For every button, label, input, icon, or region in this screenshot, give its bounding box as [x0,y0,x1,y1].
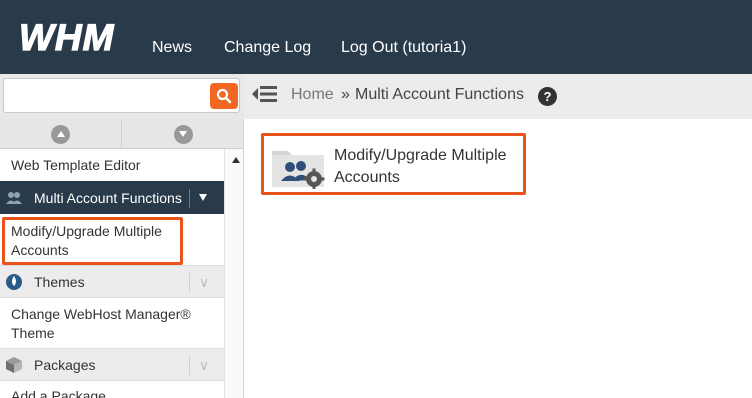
scroll-up-arrow-icon[interactable] [232,157,240,163]
users-icon [6,192,22,204]
feature-label: Modify/Upgrade Multiple Accounts [334,147,507,186]
modify-accounts-icon [272,151,325,189]
breadcrumb-separator: » [341,86,350,103]
sidebar-search-area [0,74,244,119]
category-divider [189,273,190,292]
chevron-down-icon: ∨ [199,357,210,373]
themes-icon [6,274,22,290]
sidebar-category-multi-account-functions[interactable]: Multi Account Functions [0,181,224,214]
sidebar-category-themes[interactable]: Themes ∨ [0,265,224,298]
collapse-up-button[interactable] [0,119,122,149]
breadcrumb-current: Multi Account Functions [355,86,524,103]
sidebar-item-change-theme[interactable]: Change WebHost Manager® Theme [0,305,210,343]
whm-logo[interactable]: WHM [17,17,131,57]
sidebar-item-modify-upgrade-multiple-accounts[interactable]: Modify/Upgrade Multiple Accounts [0,222,180,260]
chevron-down-icon [173,124,193,144]
sidebar-item-web-template-editor[interactable]: Web Template Editor [0,156,224,175]
help-icon[interactable]: ? [538,87,557,106]
sidebar-category-packages[interactable]: Packages ∨ [0,348,224,381]
sidebar-collapse-row [0,119,243,149]
sidebar-scrollbar[interactable] [224,149,243,398]
sidebar: Web Template Editor Multi Account Functi… [0,119,244,398]
nav-logout-link[interactable]: Log Out (tutoria1) [341,38,466,58]
nav-news-link[interactable]: News [152,38,192,58]
sidebar-item-add-package[interactable]: Add a Package [0,387,224,398]
sidebar-category-label: Packages [34,357,96,373]
chevron-down-icon: ∨ [199,274,210,290]
caret-down-icon [199,194,207,201]
sidebar-category-label: Themes [34,274,85,290]
whm-logo-mark: WHM [18,17,115,57]
menu-collapse-icon [252,86,277,102]
search-button[interactable] [210,83,238,109]
chevron-up-icon [51,124,70,144]
search-input[interactable] [3,78,240,113]
nav-change-log-link[interactable]: Change Log [224,38,311,58]
sidebar-category-label: Multi Account Functions [34,190,182,206]
category-divider [189,189,190,208]
feature-modify-upgrade-multiple-accounts[interactable]: Modify/Upgrade Multiple Accounts [261,133,526,195]
svg-text:WHM: WHM [19,17,115,57]
collapse-down-button[interactable] [122,119,243,149]
category-divider [189,356,190,375]
breadcrumb-home-link[interactable]: Home [291,85,334,105]
sidebar-toggle-button[interactable] [252,83,278,105]
search-icon [216,88,232,104]
packages-icon [6,357,22,373]
